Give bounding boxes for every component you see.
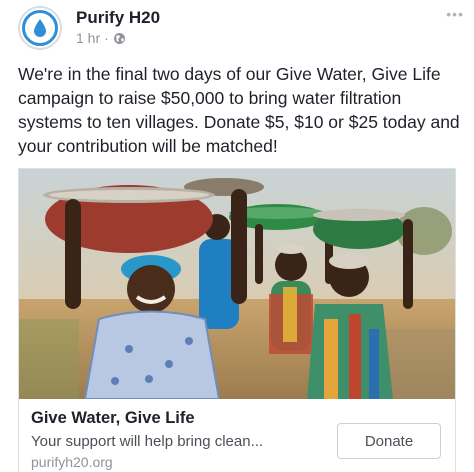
meta-separator: · (104, 30, 109, 46)
post-body-text: We're in the final two days of our Give … (18, 64, 460, 156)
link-domain: purifyh20.org (31, 454, 113, 470)
link-title[interactable]: Give Water, Give Life (31, 409, 195, 428)
link-caption[interactable]: Give Water, Give Life Your support will … (19, 399, 455, 472)
more-options-icon[interactable]: ••• (446, 6, 464, 22)
page-name-link[interactable]: Purify H20 (76, 8, 160, 28)
post-header: Purify H20 1 hr · ••• (18, 6, 468, 50)
globe-icon (113, 32, 125, 44)
page-avatar[interactable] (18, 6, 62, 50)
link-preview-card[interactable]: Give Water, Give Life Your support will … (18, 168, 456, 472)
campaign-photo[interactable] (19, 169, 455, 399)
post-meta: 1 hr · (76, 30, 126, 46)
water-drop-icon (34, 19, 46, 37)
donate-button[interactable]: Donate (337, 423, 441, 459)
post-timestamp[interactable]: 1 hr (76, 30, 100, 46)
facebook-post: Purify H20 1 hr · ••• We're in the final… (0, 0, 474, 472)
water-drop-logo-ring (22, 10, 58, 46)
link-description: Your support will help bring clean... (31, 433, 264, 450)
